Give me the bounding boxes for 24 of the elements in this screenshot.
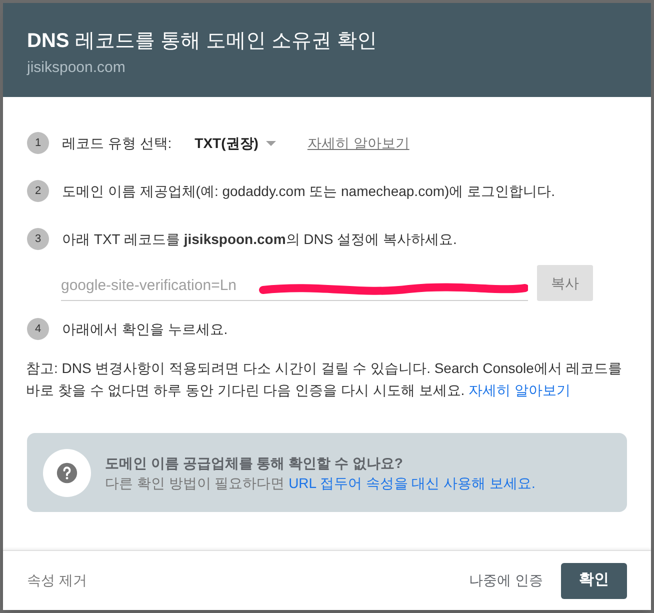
step-number: 1 xyxy=(27,132,49,154)
verify-button[interactable]: 확인 xyxy=(561,562,627,598)
domain-subtitle: jisikspoon.com xyxy=(27,58,126,78)
verification-field[interactable]: google-site-verification=Ln xyxy=(61,265,528,301)
record-type-dropdown[interactable]: TXT(권장) xyxy=(194,132,276,154)
learn-more-link[interactable]: 자세히 알아보기 xyxy=(307,132,410,154)
learn-more-link[interactable]: 자세히 알아보기 xyxy=(468,382,570,398)
dialog-title: DNS 레코드를 통해 도메인 소유권 확인 xyxy=(27,29,378,54)
step-label: 레코드 유형 선택: xyxy=(62,134,172,152)
step-text: 도메인 이름 제공업체(예: godaddy.com 또는 namecheap.com)에 로그인합니다. xyxy=(62,182,555,201)
step-number: 3 xyxy=(27,228,49,250)
url-prefix-link[interactable]: URL 접두어 속성을 대신 사용해 보세요. xyxy=(288,474,536,490)
step-text: 아래 TXT 레코드를 jisikspoon.com의 DNS 설정에 복사하세요. xyxy=(62,230,457,249)
step-number: 2 xyxy=(27,180,49,202)
help-icon xyxy=(43,448,91,496)
caret-icon xyxy=(266,140,276,146)
copy-button[interactable]: 복사 xyxy=(537,265,593,301)
help-text: 다른 확인 방법이 필요하다면 URL 접두어 속성을 대신 사용해 보세요. xyxy=(105,474,536,492)
note-text: 참고: DNS 변경사항이 적용되려면 다소 시간이 걸릴 수 있습니다. Search Console에서 레코드를 바로 찾을 수 없다면 하루 동안 기다린 다음 인증을 다시 시도해 보세요. 자세히 알아보기 xyxy=(26,359,623,400)
step-number: 4 xyxy=(27,318,49,340)
help-title: 도메인 이름 공급업체를 통해 확인할 수 없나요? xyxy=(105,454,404,472)
remove-property-button[interactable]: 속성 제거 xyxy=(27,570,87,591)
verify-later-button[interactable]: 나중에 인증 xyxy=(469,570,543,591)
step-text: 아래에서 확인을 누르세요. xyxy=(62,320,228,338)
